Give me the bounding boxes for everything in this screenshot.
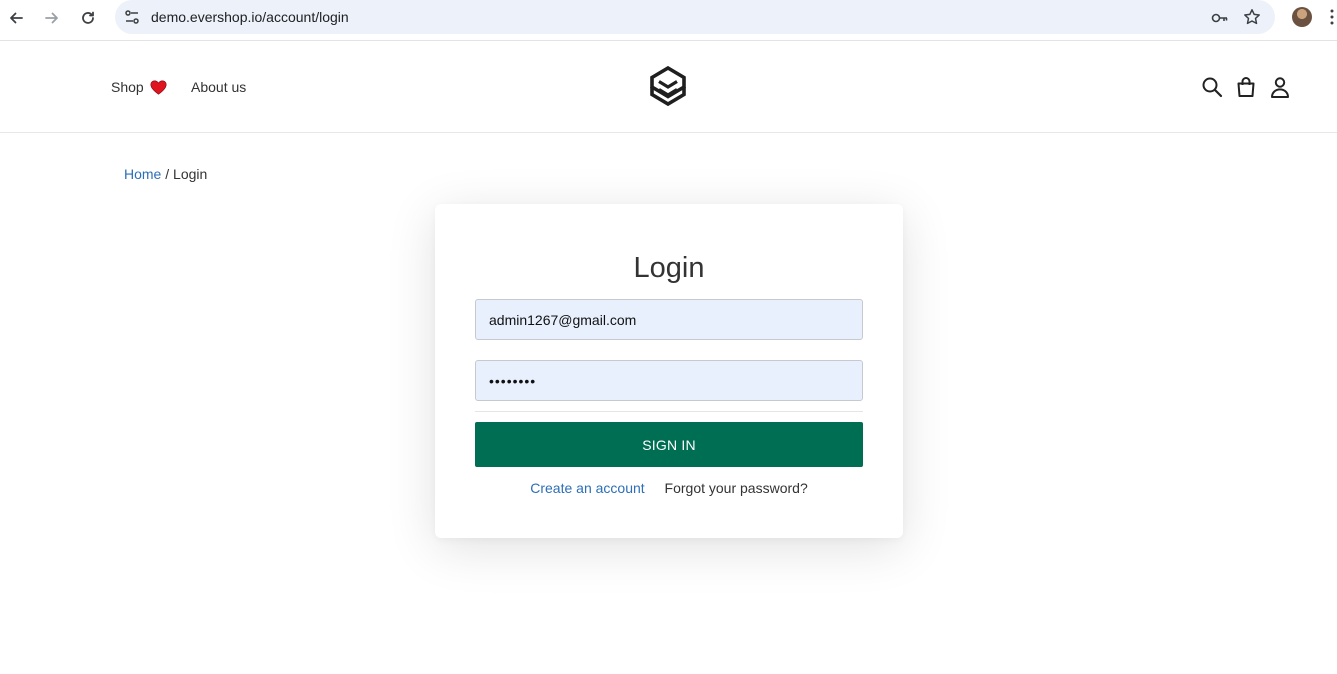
profile-avatar[interactable] — [1292, 7, 1312, 27]
heart-icon — [150, 79, 167, 95]
password-key-icon[interactable] — [1211, 9, 1229, 27]
url-text[interactable]: demo.evershop.io/account/login — [151, 9, 349, 25]
back-arrow-icon[interactable] — [4, 6, 28, 30]
more-menu-icon[interactable] — [1330, 8, 1334, 26]
bookmark-star-icon[interactable] — [1243, 8, 1261, 26]
breadcrumb: Home / Login — [124, 166, 207, 182]
menu-item-label: Shop — [111, 79, 144, 95]
sign-in-button[interactable]: SIGN IN — [475, 422, 863, 467]
forward-arrow-icon[interactable] — [40, 6, 64, 30]
card-links: Create an account Forgot your password? — [435, 480, 903, 496]
user-icon[interactable] — [1269, 76, 1291, 98]
site-header: Shop About us — [0, 41, 1337, 133]
forgot-password-link[interactable]: Forgot your password? — [665, 480, 808, 496]
breadcrumb-home-link[interactable]: Home — [124, 166, 161, 182]
cart-icon[interactable] — [1235, 76, 1257, 98]
login-title: Login — [633, 252, 705, 284]
reload-icon[interactable] — [76, 6, 100, 30]
breadcrumb-separator: / — [165, 166, 170, 182]
email-field[interactable]: admin1267@gmail.com — [475, 299, 863, 340]
create-account-link[interactable]: Create an account — [530, 480, 644, 496]
evershop-logo-icon[interactable] — [648, 66, 688, 108]
menu-item-about[interactable]: About us — [191, 79, 246, 95]
site-settings-icon[interactable] — [123, 8, 141, 26]
browser-toolbar: demo.evershop.io/account/login — [0, 0, 1337, 41]
breadcrumb-current: Login — [173, 166, 208, 182]
divider — [475, 411, 863, 412]
password-field[interactable]: •••••••• — [475, 360, 863, 401]
address-bar[interactable]: demo.evershop.io/account/login — [115, 0, 1275, 34]
menu-item-shop[interactable]: Shop — [111, 79, 167, 95]
search-icon[interactable] — [1201, 76, 1223, 98]
login-card: Login admin1267@gmail.com •••••••• SIGN … — [435, 204, 903, 538]
